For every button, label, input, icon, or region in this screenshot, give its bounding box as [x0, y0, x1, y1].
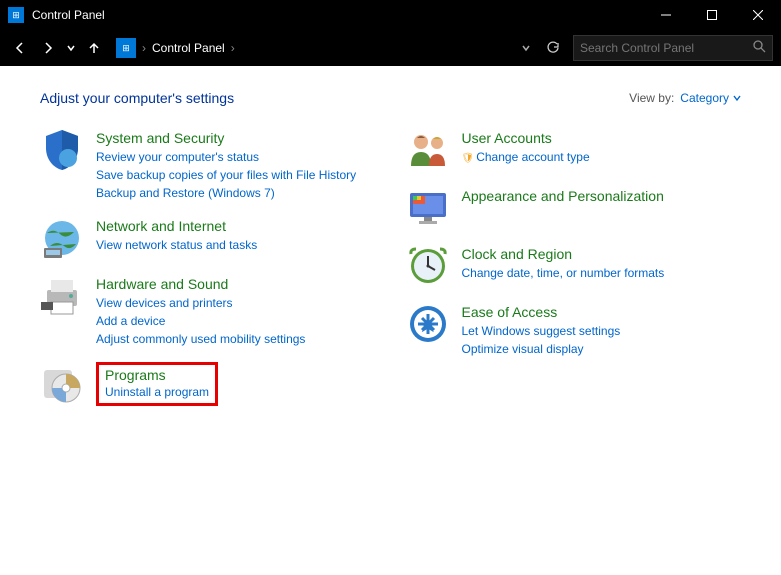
system-link-filehistory[interactable]: Save backup copies of your files with Fi… — [96, 166, 376, 184]
title-bar: ⊞ Control Panel — [0, 0, 781, 30]
content-area: Adjust your computer's settings View by:… — [0, 66, 781, 575]
address-icon: ⊞ — [116, 38, 136, 58]
hardware-link-devices[interactable]: View devices and printers — [96, 294, 376, 312]
hardware-link-mobility[interactable]: Adjust commonly used mobility settings — [96, 330, 376, 348]
viewby-value: Category — [680, 91, 729, 105]
hardware-title[interactable]: Hardware and Sound — [96, 276, 376, 292]
ease-link-visual[interactable]: Optimize visual display — [462, 340, 742, 358]
viewby-label: View by: — [629, 91, 674, 105]
programs-title[interactable]: Programs — [105, 367, 209, 383]
system-link-status[interactable]: Review your computer's status — [96, 148, 376, 166]
viewby-dropdown[interactable]: Category — [680, 91, 741, 105]
system-title[interactable]: System and Security — [96, 130, 376, 146]
breadcrumb-item[interactable]: Control Panel — [152, 41, 225, 55]
globe-icon — [40, 216, 84, 260]
category-users: User Accounts Change account type — [406, 128, 742, 172]
shield-icon — [40, 128, 84, 172]
printer-icon — [40, 274, 84, 318]
navigation-bar: ⊞ › Control Panel › — [0, 30, 781, 66]
control-panel-icon: ⊞ — [8, 7, 24, 23]
page-title: Adjust your computer's settings — [40, 90, 629, 106]
users-icon — [406, 128, 450, 172]
address-dropdown[interactable] — [519, 36, 533, 60]
refresh-button[interactable] — [543, 38, 563, 58]
programs-link-uninstall[interactable]: Uninstall a program — [105, 383, 209, 401]
ease-title[interactable]: Ease of Access — [462, 304, 742, 320]
category-appearance: Appearance and Personalization — [406, 186, 742, 230]
users-title[interactable]: User Accounts — [462, 130, 742, 146]
clock-icon — [406, 244, 450, 288]
hardware-link-add[interactable]: Add a device — [96, 312, 376, 330]
ease-link-suggest[interactable]: Let Windows suggest settings — [462, 322, 742, 340]
network-title[interactable]: Network and Internet — [96, 218, 376, 234]
search-box[interactable] — [573, 35, 773, 61]
system-link-backup[interactable]: Backup and Restore (Windows 7) — [96, 184, 376, 202]
maximize-button[interactable] — [689, 0, 735, 30]
chevron-right-icon: › — [142, 41, 146, 55]
disc-icon — [40, 362, 84, 406]
highlight-annotation: Programs Uninstall a program — [96, 362, 218, 406]
chevron-down-icon — [733, 94, 741, 102]
ease-icon — [406, 302, 450, 346]
users-link-account-type[interactable]: Change account type — [462, 148, 742, 166]
chevron-right-icon: › — [231, 41, 235, 55]
category-hardware: Hardware and Sound View devices and prin… — [40, 274, 376, 348]
recent-dropdown[interactable] — [64, 36, 78, 60]
right-column: User Accounts Change account type Appear… — [406, 128, 742, 420]
window-title: Control Panel — [32, 8, 643, 22]
category-system: System and Security Review your computer… — [40, 128, 376, 202]
appearance-title[interactable]: Appearance and Personalization — [462, 188, 742, 204]
category-ease: Ease of Access Let Windows suggest setti… — [406, 302, 742, 358]
network-link-status[interactable]: View network status and tasks — [96, 236, 376, 254]
search-icon — [753, 40, 766, 56]
close-button[interactable] — [735, 0, 781, 30]
left-column: System and Security Review your computer… — [40, 128, 376, 420]
search-input[interactable] — [580, 41, 753, 55]
clock-link-formats[interactable]: Change date, time, or number formats — [462, 264, 742, 282]
clock-title[interactable]: Clock and Region — [462, 246, 742, 262]
breadcrumb[interactable]: › Control Panel › — [142, 41, 515, 55]
back-button[interactable] — [8, 36, 32, 60]
category-programs: Programs Uninstall a program — [40, 362, 376, 406]
forward-button[interactable] — [36, 36, 60, 60]
category-network: Network and Internet View network status… — [40, 216, 376, 260]
up-button[interactable] — [82, 36, 106, 60]
monitor-icon — [406, 186, 450, 230]
category-clock: Clock and Region Change date, time, or n… — [406, 244, 742, 288]
minimize-button[interactable] — [643, 0, 689, 30]
